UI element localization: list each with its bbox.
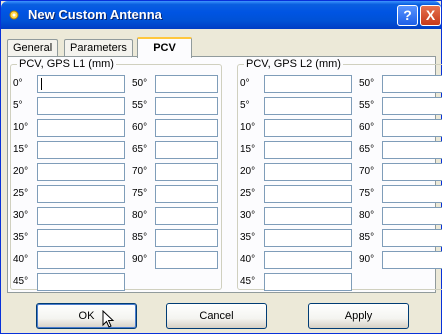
pcv-value-input[interactable]: [264, 119, 352, 137]
ok-button[interactable]: OK: [36, 303, 137, 329]
window-title: New Custom Antenna: [28, 7, 162, 22]
help-button[interactable]: ?: [397, 5, 418, 26]
pcv-value-input[interactable]: [155, 229, 218, 247]
pcv-value-input[interactable]: [382, 75, 442, 93]
pcv-value-input[interactable]: [37, 75, 125, 93]
angle-label: 50°: [359, 78, 375, 89]
pcv-value-input[interactable]: [37, 251, 125, 269]
close-button[interactable]: X: [420, 5, 441, 26]
pcv-value-input[interactable]: [264, 273, 352, 291]
pcv-value-input[interactable]: [37, 185, 125, 203]
cancel-button[interactable]: Cancel: [166, 303, 267, 329]
angle-label: 70°: [132, 166, 148, 177]
angle-label: 55°: [359, 100, 375, 111]
pcv-value-input[interactable]: [264, 251, 352, 269]
angle-label: 30°: [240, 210, 256, 221]
angle-label: 15°: [13, 144, 29, 155]
angle-label: 70°: [359, 166, 375, 177]
angle-label: 35°: [240, 232, 256, 243]
pcv-value-input[interactable]: [382, 119, 442, 137]
angle-label: 90°: [359, 254, 375, 265]
mouse-pointer-icon: [102, 310, 115, 328]
angle-label: 25°: [13, 188, 29, 199]
pcv-value-input[interactable]: [382, 207, 442, 225]
pcv-value-input[interactable]: [155, 207, 218, 225]
pcv-value-input[interactable]: [37, 207, 125, 225]
angle-label: 65°: [132, 144, 148, 155]
pcv-value-input[interactable]: [155, 97, 218, 115]
angle-label: 5°: [13, 100, 23, 111]
pcv-value-input[interactable]: [264, 163, 352, 181]
pcv-value-input[interactable]: [37, 229, 125, 247]
dialog-window: New Custom Antenna ? X General Parameter…: [0, 0, 442, 334]
angle-label: 20°: [240, 166, 256, 177]
tab-parameters[interactable]: Parameters: [64, 39, 133, 57]
angle-label: 80°: [132, 210, 148, 221]
angle-label: 90°: [132, 254, 148, 265]
pcv-value-input[interactable]: [382, 163, 442, 181]
pcv-value-input[interactable]: [37, 141, 125, 159]
pcv-value-input[interactable]: [382, 251, 442, 269]
pcv-value-input[interactable]: [37, 163, 125, 181]
angle-label: 85°: [132, 232, 148, 243]
angle-label: 10°: [13, 122, 29, 133]
angle-label: 10°: [240, 122, 256, 133]
pcv-value-input[interactable]: [382, 229, 442, 247]
pcv-l2-group: PCV, GPS L2 (mm) 0° 5° 10° 15° 20° 25° 30° 35° 4…: [237, 58, 442, 291]
pcv-value-input[interactable]: [264, 185, 352, 203]
angle-label: 30°: [13, 210, 29, 221]
angle-label: 0°: [240, 78, 250, 89]
pcv-value-input[interactable]: [155, 185, 218, 203]
angle-label: 50°: [132, 78, 148, 89]
pcv-value-input[interactable]: [264, 141, 352, 159]
antenna-icon: [9, 10, 19, 20]
angle-label: 65°: [359, 144, 375, 155]
pcv-value-input[interactable]: [264, 97, 352, 115]
pcv-l1-group: PCV, GPS L1 (mm) 0° 5° 10° 15° 20° 25° 30° 35° 4…: [10, 58, 222, 291]
pcv-value-input[interactable]: [155, 163, 218, 181]
angle-label: 60°: [359, 122, 375, 133]
angle-label: 55°: [132, 100, 148, 111]
group-label-l1: PCV, GPS L1 (mm): [17, 58, 116, 70]
angle-label: 40°: [240, 254, 256, 265]
pcv-value-input[interactable]: [264, 207, 352, 225]
pcv-value-input[interactable]: [264, 229, 352, 247]
angle-label: 60°: [132, 122, 148, 133]
angle-label: 35°: [13, 232, 29, 243]
angle-label: 5°: [240, 100, 250, 111]
tab-general[interactable]: General: [7, 39, 59, 57]
angle-label: 0°: [13, 78, 23, 89]
angle-label: 45°: [240, 276, 256, 287]
angle-label: 80°: [359, 210, 375, 221]
pcv-value-input[interactable]: [155, 75, 218, 93]
tab-pcv[interactable]: PCV: [137, 37, 192, 58]
pcv-value-input[interactable]: [382, 185, 442, 203]
title-bar[interactable]: New Custom Antenna ? X: [1, 1, 441, 29]
angle-label: 75°: [132, 188, 148, 199]
angle-label: 75°: [359, 188, 375, 199]
pcv-value-input[interactable]: [37, 97, 125, 115]
angle-label: 45°: [13, 276, 29, 287]
angle-label: 20°: [13, 166, 29, 177]
pcv-value-input[interactable]: [382, 97, 442, 115]
angle-label: 15°: [240, 144, 256, 155]
pcv-tab-panel: PCV, GPS L1 (mm) 0° 5° 10° 15° 20° 25° 30° 35° 4…: [7, 56, 442, 293]
angle-label: 40°: [13, 254, 29, 265]
pcv-value-input[interactable]: [37, 273, 125, 291]
pcv-value-input[interactable]: [37, 119, 125, 137]
pcv-value-input[interactable]: [264, 75, 352, 93]
pcv-value-input[interactable]: [155, 251, 218, 269]
angle-label: 25°: [240, 188, 256, 199]
angle-label: 85°: [359, 232, 375, 243]
pcv-value-input[interactable]: [155, 141, 218, 159]
apply-button[interactable]: Apply: [308, 303, 409, 329]
pcv-value-input[interactable]: [382, 141, 442, 159]
pcv-value-input[interactable]: [155, 119, 218, 137]
group-label-l2: PCV, GPS L2 (mm): [244, 58, 343, 70]
